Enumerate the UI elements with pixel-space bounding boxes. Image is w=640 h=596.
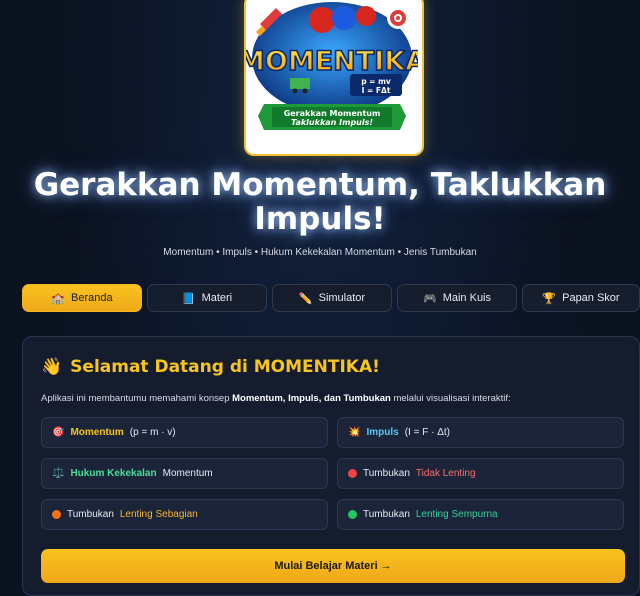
logo-ribbon-line2: Taklukkan Impuls!: [291, 118, 373, 127]
feature-prefix: Tumbukan: [67, 509, 114, 520]
red-ball-icon: [309, 7, 335, 33]
green-dot-icon: [348, 510, 357, 519]
school-icon: 🏫: [51, 292, 66, 305]
cart-icon: [290, 78, 310, 89]
tab-label: Main Kuis: [442, 292, 491, 304]
logo-ribbon-line1: Gerakkan Momentum: [284, 109, 381, 118]
blue-ball-icon: [332, 6, 356, 30]
intro-bold: Momentum, Impuls, dan Tumbukan: [232, 393, 391, 404]
feature-lenting-sebagian: Tumbukan Lenting Sebagian: [41, 499, 328, 530]
tab-materi[interactable]: 📘 Materi: [147, 284, 267, 312]
pencil-icon: ✏️: [298, 292, 313, 305]
logo-formula-impuls: I = FΔt: [362, 86, 391, 95]
intro-suffix: melalui visualisasi interaktif:: [390, 393, 511, 404]
feature-lenting-sempurna: Tumbukan Lenting Sempurna: [337, 499, 624, 530]
feature-formula: (I = F · Δt): [404, 427, 450, 438]
trophy-icon: 🏆: [542, 292, 557, 305]
feature-tidak-lenting: Tumbukan Tidak Lenting: [337, 458, 624, 489]
target-icon: 🎯: [52, 427, 65, 438]
logo-wordmark: MOMENTIKA: [246, 46, 418, 77]
feature-prefix: Tumbukan: [363, 468, 410, 479]
feature-label: Lenting Sebagian: [119, 509, 198, 520]
tab-beranda[interactable]: 🏫 Beranda: [22, 284, 142, 312]
book-icon: 📘: [181, 292, 196, 305]
feature-prefix: Tumbukan: [363, 509, 410, 520]
collision-icon: 💥: [348, 427, 361, 438]
feature-impuls: 💥 Impuls (I = F · Δt): [337, 417, 624, 448]
momentika-logo: MOMENTIKA p = mv I = FΔt Gerakkan Moment…: [244, 0, 424, 156]
waving-hand-icon: 👋: [41, 357, 63, 377]
feature-rest: Momentum: [162, 468, 213, 479]
hero-headline: Gerakkan Momentum, Taklukkan Impuls!: [33, 167, 607, 237]
orange-dot-icon: [52, 510, 61, 519]
welcome-card: 👋 Selamat Datang di MOMENTIKA! Aplikasi …: [22, 336, 640, 596]
feature-label: Tidak Lenting: [415, 468, 476, 479]
feature-momentum: 🎯 Momentum (p = m · v): [41, 417, 328, 448]
hero-subline: Momentum • Impuls • Hukum Kekekalan Mome…: [163, 247, 477, 258]
red-ball-icon-small: [356, 6, 376, 26]
main-tabs: 🏫 Beranda 📘 Materi ✏️ Simulator 🎮 Main K…: [22, 284, 640, 314]
welcome-title: 👋 Selamat Datang di MOMENTIKA!: [41, 357, 380, 377]
feature-label: Impuls: [366, 427, 399, 438]
logo-artwork: MOMENTIKA p = mv I = FΔt Gerakkan Moment…: [246, 0, 418, 150]
tab-simulator[interactable]: ✏️ Simulator: [272, 284, 392, 312]
tab-main-kuis[interactable]: 🎮 Main Kuis: [397, 284, 517, 312]
tab-papan-skor[interactable]: 🏆 Papan Skor: [522, 284, 640, 312]
target-icon: [387, 7, 409, 29]
welcome-intro: Aplikasi ini membantumu memahami konsep …: [41, 393, 511, 404]
start-learning-button[interactable]: Mulai Belajar Materi →: [41, 549, 625, 583]
feature-label: Momentum: [70, 427, 124, 438]
feature-label: Lenting Sempurna: [415, 509, 498, 520]
tab-label: Beranda: [71, 292, 113, 304]
feature-label: Hukum Kekekalan: [70, 468, 157, 479]
intro-prefix: Aplikasi ini membantumu memahami konsep: [41, 393, 233, 404]
tab-label: Materi: [201, 292, 233, 304]
gamepad-icon: 🎮: [423, 292, 437, 305]
red-dot-icon: [348, 469, 357, 478]
welcome-title-text: Selamat Datang di MOMENTIKA!: [70, 357, 380, 377]
tab-label: Simulator: [318, 292, 366, 304]
feature-formula: (p = m · v): [129, 427, 176, 438]
logo-formula-momentum: p = mv: [361, 77, 391, 86]
tab-label: Papan Skor: [562, 292, 620, 304]
scale-icon: ⚖️: [52, 468, 65, 479]
feature-hukum-kekekalan: ⚖️ Hukum Kekekalan Momentum: [41, 458, 328, 489]
